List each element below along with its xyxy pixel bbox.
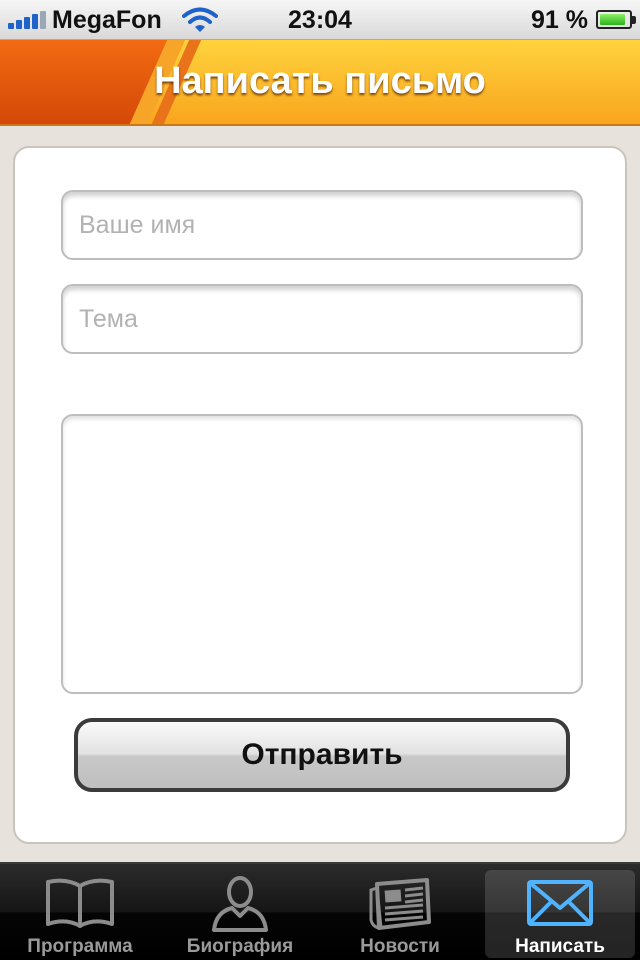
title-bar: Написать письмо	[0, 40, 640, 126]
page-title: Написать письмо	[154, 60, 486, 102]
battery-icon	[596, 10, 636, 29]
tab-biography[interactable]: Биография	[165, 870, 315, 958]
message-textarea[interactable]	[61, 414, 583, 694]
tab-biography-label: Биография	[186, 936, 294, 957]
tab-write[interactable]: Написать	[485, 870, 635, 958]
person-icon	[165, 876, 315, 934]
book-icon	[5, 876, 155, 934]
tab-program-label: Программа	[27, 936, 133, 957]
battery-percent: 91 %	[531, 6, 588, 34]
tab-bar: Программа Биография Новости Написать	[0, 862, 640, 960]
envelope-icon	[485, 876, 635, 934]
name-input[interactable]	[61, 190, 583, 260]
send-button[interactable]: Отправить	[74, 718, 570, 792]
status-bar: MegaFon 23:04 91 %	[0, 0, 640, 40]
tab-program[interactable]: Программа	[5, 870, 155, 958]
tab-write-label: Написать	[515, 936, 605, 957]
message-form-card: Отправить	[13, 146, 627, 844]
subject-input[interactable]	[61, 284, 583, 354]
tab-news-label: Новости	[360, 936, 440, 957]
tab-news[interactable]: Новости	[325, 870, 475, 958]
newspaper-icon	[325, 876, 475, 934]
